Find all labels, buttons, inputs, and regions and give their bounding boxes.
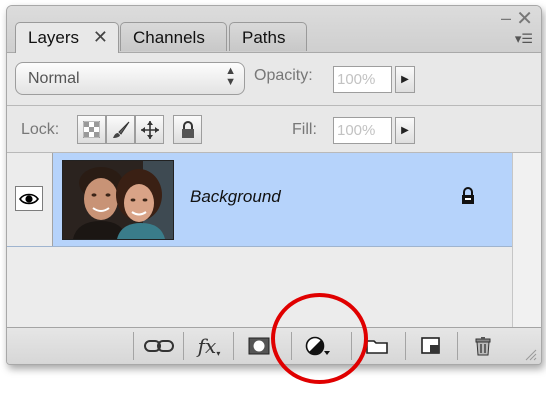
photo-thumbnail-image: [63, 161, 173, 239]
panel-close-icon[interactable]: ✕: [516, 6, 533, 31]
blend-opacity-row: Normal ▲ ▼ Opacity: 100% ▶: [7, 53, 541, 105]
panel-tab-bar: Layers ✕ Channels Paths – ✕ ▾☰: [7, 6, 541, 53]
opacity-slider-button[interactable]: ▶: [395, 66, 415, 93]
layers-panel: Layers ✕ Channels Paths – ✕ ▾☰ Normal ▲ ▼…: [6, 5, 542, 365]
lock-image-pixels-button[interactable]: [106, 115, 135, 144]
layers-list: Background: [7, 153, 512, 327]
link-layers-button[interactable]: [133, 332, 184, 360]
layer-style-button[interactable]: fx ▾: [183, 332, 234, 360]
resize-grip-icon[interactable]: [523, 347, 537, 361]
link-icon: [144, 340, 174, 352]
visibility-toggle[interactable]: [15, 186, 43, 211]
new-adjustment-layer-button[interactable]: [291, 332, 342, 360]
layer-name[interactable]: Background: [190, 187, 281, 207]
layers-scrollbar[interactable]: [512, 153, 541, 327]
new-layer-icon: [421, 337, 440, 354]
delete-layer-button[interactable]: [457, 332, 508, 360]
tab-close-icon[interactable]: ✕: [93, 23, 108, 52]
tab-paths[interactable]: Paths: [229, 22, 307, 51]
tab-layers-label: Layers: [28, 28, 80, 47]
minimize-icon[interactable]: –: [501, 8, 511, 29]
layer-row-background[interactable]: Background: [7, 153, 512, 247]
layers-bottom-toolbar: fx ▾: [7, 327, 541, 364]
group-folder-icon: [366, 340, 388, 354]
eye-icon: [19, 193, 39, 204]
lock-all-button[interactable]: [173, 115, 202, 144]
blend-mode-value: Normal: [28, 70, 80, 87]
opacity-input[interactable]: 100%: [333, 66, 392, 93]
fill-label: Fill:: [292, 121, 317, 138]
move-arrows-icon: [140, 120, 159, 139]
new-group-button[interactable]: [351, 332, 402, 360]
lock-position-button[interactable]: [135, 115, 164, 144]
blend-mode-select[interactable]: Normal ▲ ▼: [15, 62, 245, 95]
add-mask-button[interactable]: [233, 332, 284, 360]
select-arrows-icon: ▲ ▼: [225, 65, 236, 88]
lock-label: Lock:: [21, 121, 60, 138]
opacity-label: Opacity:: [254, 67, 313, 84]
layer-lock-icon: [459, 186, 477, 211]
panel-menu-icon[interactable]: ▾☰: [515, 31, 533, 47]
tab-channels-label: Channels: [133, 28, 205, 47]
fx-icon: fx: [197, 334, 217, 358]
adjustment-layer-icon: [305, 336, 330, 356]
new-layer-button[interactable]: [405, 332, 456, 360]
dropdown-arrow-icon: ▾: [216, 348, 221, 358]
tab-layers[interactable]: Layers ✕: [15, 22, 119, 53]
layer-thumbnail[interactable]: [62, 160, 174, 240]
mask-icon: [248, 337, 270, 355]
lock-icon: [181, 120, 194, 138]
lock-transparent-pixels-button[interactable]: [77, 115, 106, 144]
brush-icon: [112, 121, 129, 138]
tab-channels[interactable]: Channels: [120, 22, 227, 51]
visibility-cell: [7, 153, 53, 246]
lock-fill-row: Lock: Fill: 100% ▶: [7, 106, 541, 152]
tab-paths-label: Paths: [242, 28, 286, 47]
fill-slider-button[interactable]: ▶: [395, 117, 415, 144]
checkerboard-icon: [83, 121, 100, 138]
trash-icon: [475, 337, 491, 356]
fill-input[interactable]: 100%: [333, 117, 392, 144]
